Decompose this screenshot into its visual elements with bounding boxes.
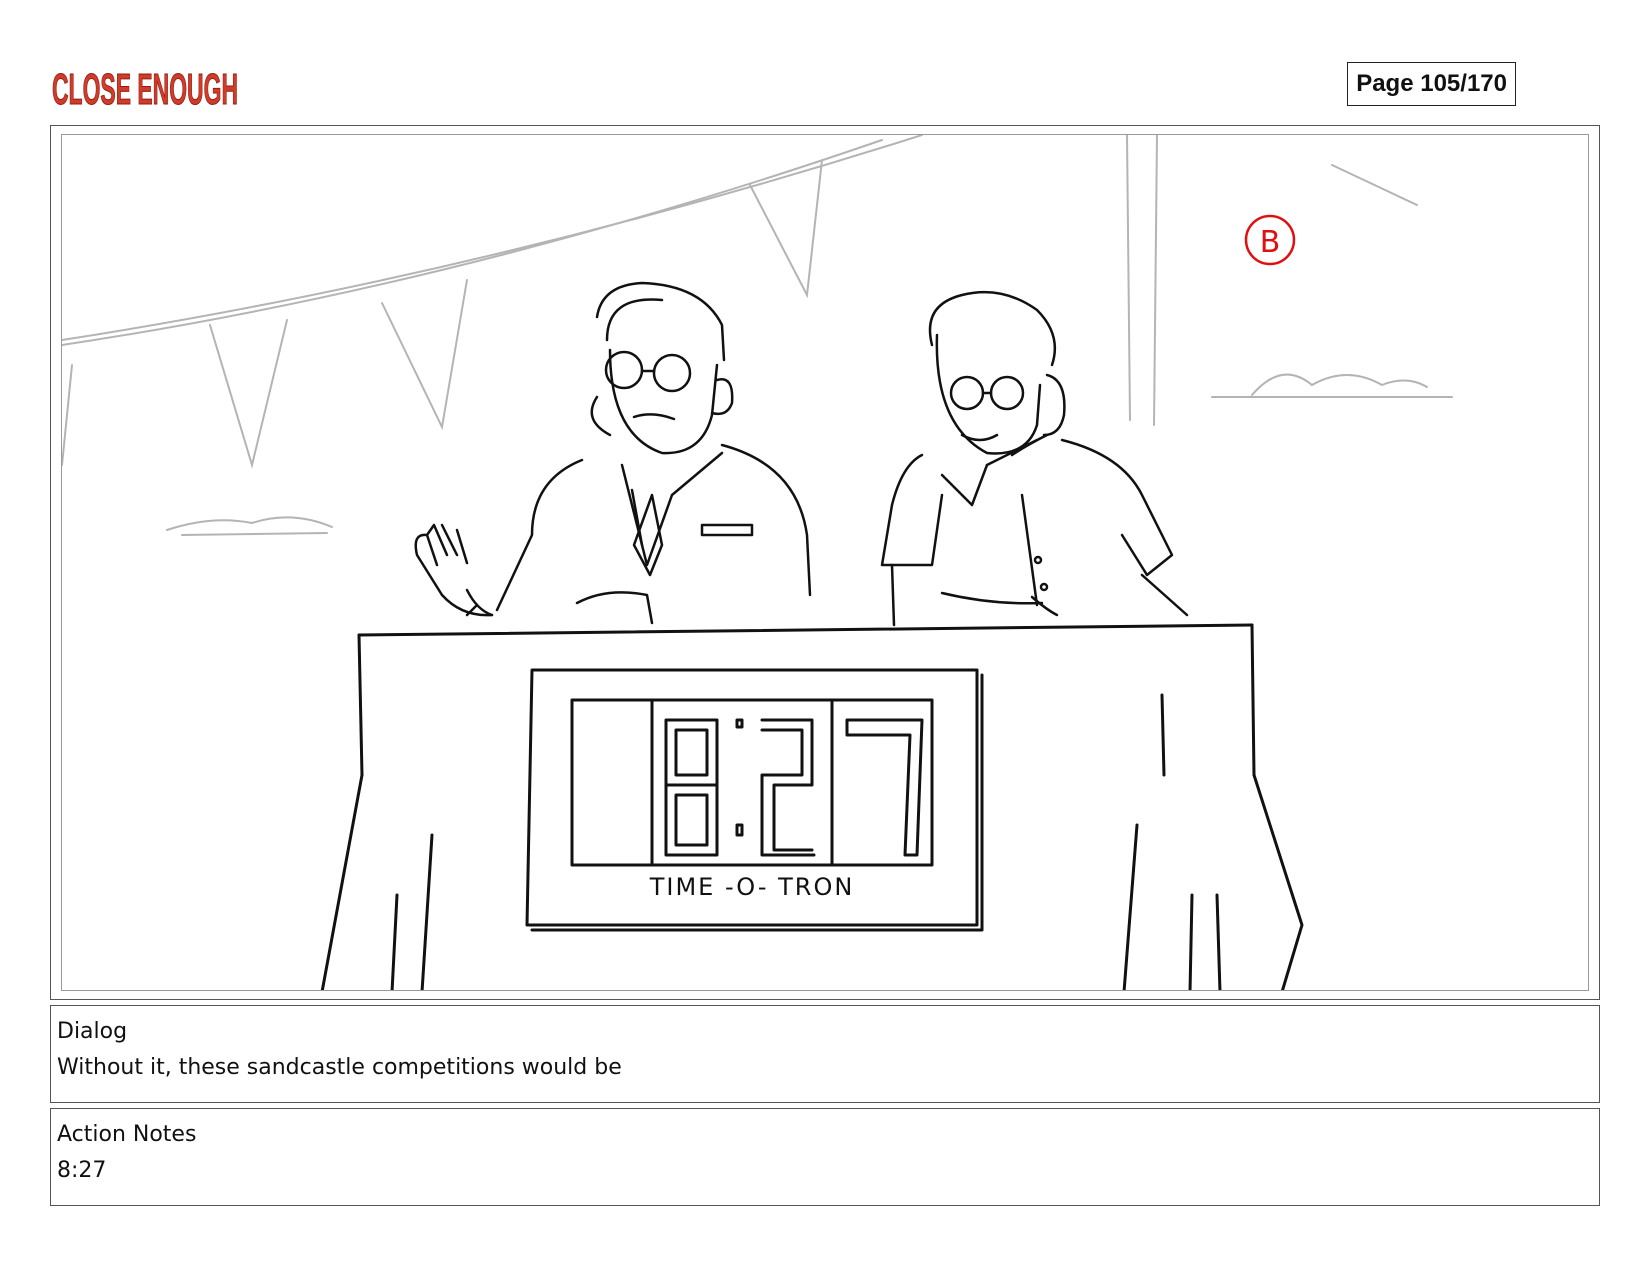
left-host-figure bbox=[414, 281, 812, 625]
dialog-box: Dialog Without it, these sandcastle comp… bbox=[50, 1005, 1600, 1103]
page-indicator: Page 105/170 bbox=[1347, 62, 1516, 106]
show-logo: CLOSE ENOUGH bbox=[50, 60, 240, 113]
storyboard-panel: B TIME -O- TRON bbox=[50, 125, 1600, 1000]
storyboard-drawing: B TIME -O- TRON bbox=[62, 135, 1453, 990]
logo-text: CLOSE ENOUGH bbox=[52, 65, 238, 112]
anchor-desk bbox=[320, 623, 1304, 990]
scene-marker-label: B bbox=[1260, 225, 1281, 260]
panel-frame: B TIME -O- TRON bbox=[61, 134, 1589, 991]
cloud-sketches bbox=[166, 373, 1453, 536]
action-notes-label: Action Notes bbox=[57, 1122, 197, 1147]
right-host-figure bbox=[880, 290, 1189, 627]
scene-marker: B bbox=[1244, 214, 1296, 266]
dialog-label: Dialog bbox=[57, 1019, 128, 1044]
action-notes-text: 8:27 bbox=[57, 1158, 107, 1183]
time-digits bbox=[664, 718, 924, 857]
bunting-sketch bbox=[62, 135, 1418, 469]
dialog-text: Without it, these sandcastle competition… bbox=[57, 1055, 622, 1080]
time-o-tron-label: TIME -O- TRON bbox=[649, 873, 855, 901]
action-notes-box: Action Notes 8:27 bbox=[50, 1108, 1600, 1206]
